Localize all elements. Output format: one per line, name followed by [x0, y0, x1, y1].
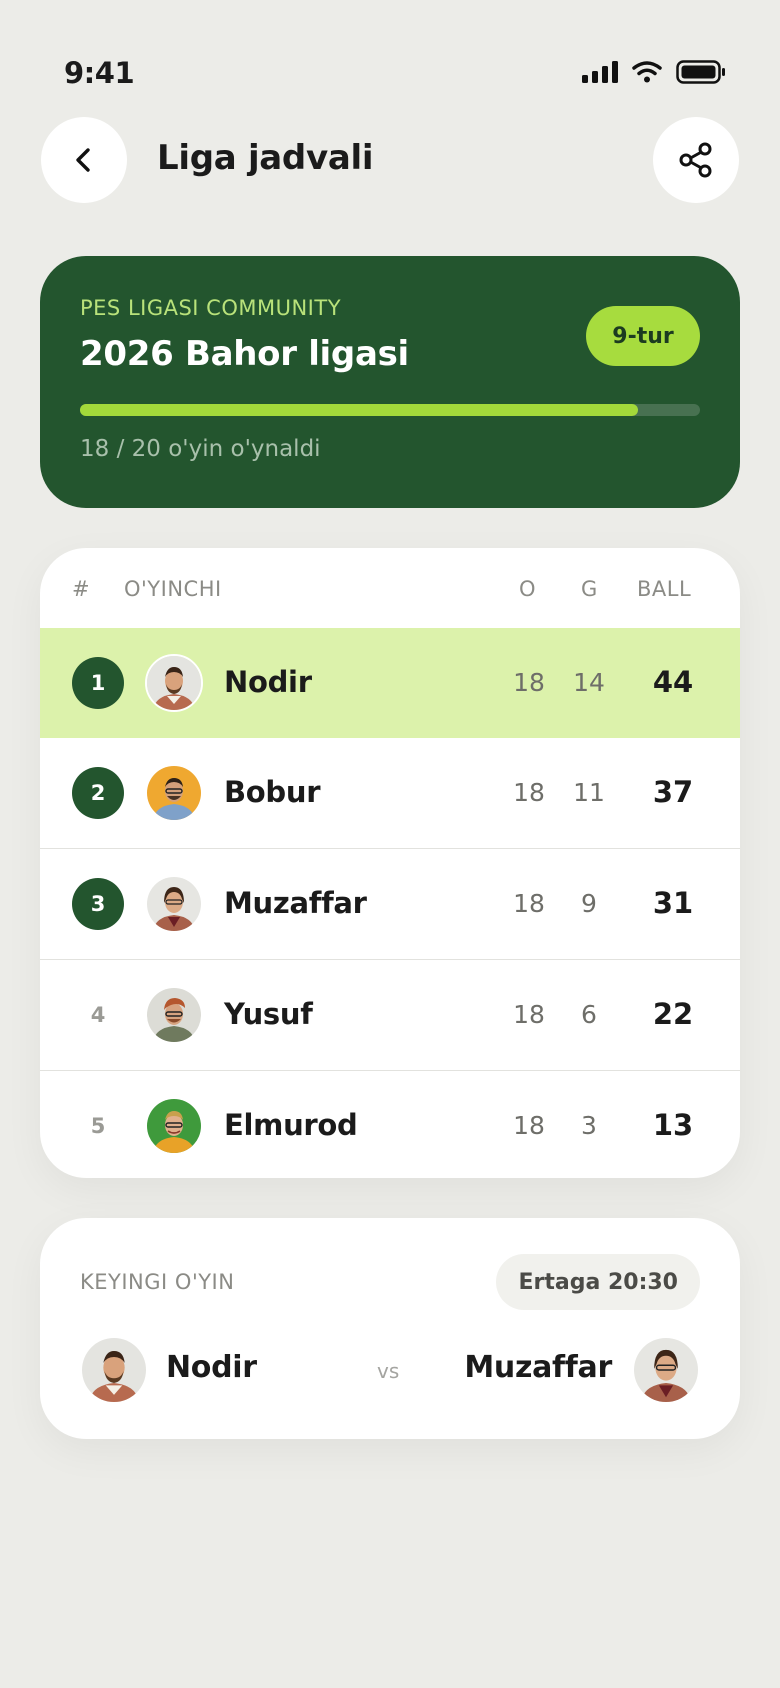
table-row[interactable]: 2 Bobur 18 11 37	[40, 738, 740, 848]
col-won: G	[581, 577, 598, 601]
points-value: 44	[652, 665, 694, 699]
share-button[interactable]	[653, 117, 739, 203]
avatar	[145, 654, 203, 712]
signal-icon	[582, 61, 618, 83]
league-card: PES LIGASI COMMUNITY 2026 Bahor ligasi 9…	[40, 256, 740, 508]
rank-badge: 2	[72, 767, 124, 819]
standings-table: # O'YINCHI O G BALL 1 Nodir 18 14 44 2 B…	[40, 548, 740, 1178]
home-avatar	[80, 1336, 148, 1404]
table-header: # O'YINCHI O G BALL	[40, 548, 740, 628]
progress-text: 18 / 20 o'yin o'ynaldi	[80, 436, 321, 462]
next-match-label: KEYINGI O'YIN	[80, 1270, 235, 1294]
away-avatar	[632, 1336, 700, 1404]
col-points: BALL	[637, 577, 692, 601]
share-icon	[679, 142, 712, 178]
back-button[interactable]	[41, 117, 127, 203]
player-name: Elmurod	[224, 1108, 358, 1142]
rank-badge: 1	[72, 657, 124, 709]
avatar	[145, 1097, 203, 1155]
played-value: 18	[513, 889, 545, 918]
won-value: 3	[581, 1111, 597, 1140]
app-screen: 9:41 Liga jadvali PES LIGASI COMMUNITY 2…	[0, 0, 780, 1688]
played-value: 18	[513, 668, 545, 697]
battery-icon	[676, 60, 725, 84]
won-value: 6	[581, 1000, 597, 1029]
avatar	[145, 875, 203, 933]
rank-number: 4	[90, 1003, 106, 1027]
next-match-card[interactable]: KEYINGI O'YIN Ertaga 20:30 Nodir vs Muza…	[40, 1218, 740, 1439]
chevron-left-icon	[76, 148, 90, 172]
col-played: O	[519, 577, 537, 601]
player-name: Nodir	[224, 665, 312, 699]
rank-number: 5	[90, 1114, 106, 1138]
avatar	[145, 764, 203, 822]
played-value: 18	[513, 1000, 545, 1029]
wifi-icon	[632, 61, 662, 83]
page-title: Liga jadvali	[157, 138, 374, 178]
status-icons	[582, 60, 726, 84]
table-row[interactable]: 4 Yusuf 18 6 22	[40, 959, 740, 1070]
table-row[interactable]: 3 Muzaffar 18 9 31	[40, 848, 740, 959]
progress-bar	[80, 404, 700, 416]
played-value: 18	[513, 778, 545, 807]
away-player-name: Muzaffar	[464, 1350, 612, 1385]
points-value: 37	[652, 775, 694, 809]
match-time-badge: Ertaga 20:30	[496, 1254, 700, 1310]
player-name: Yusuf	[224, 997, 313, 1031]
col-player: O'YINCHI	[124, 577, 222, 601]
rank-badge: 3	[72, 878, 124, 930]
points-value: 13	[652, 1108, 694, 1142]
won-value: 14	[573, 668, 605, 697]
played-value: 18	[513, 1111, 545, 1140]
round-badge: 9-tur	[586, 306, 700, 366]
table-row[interactable]: 1 Nodir 18 14 44	[40, 628, 740, 738]
points-value: 31	[652, 886, 694, 920]
player-name: Bobur	[224, 775, 321, 809]
player-name: Muzaffar	[224, 886, 367, 920]
vs-label: vs	[377, 1359, 400, 1383]
avatar	[145, 986, 203, 1044]
col-rank: #	[72, 577, 91, 601]
won-value: 11	[573, 778, 605, 807]
home-player-name: Nodir	[166, 1350, 257, 1385]
league-kicker: PES LIGASI COMMUNITY	[80, 296, 342, 320]
progress-fill	[80, 404, 638, 416]
won-value: 9	[581, 889, 597, 918]
table-row[interactable]: 5 Elmurod 18 3 13	[40, 1070, 740, 1178]
league-title: 2026 Bahor ligasi	[80, 334, 409, 374]
status-time: 9:41	[64, 56, 135, 90]
points-value: 22	[652, 997, 694, 1031]
